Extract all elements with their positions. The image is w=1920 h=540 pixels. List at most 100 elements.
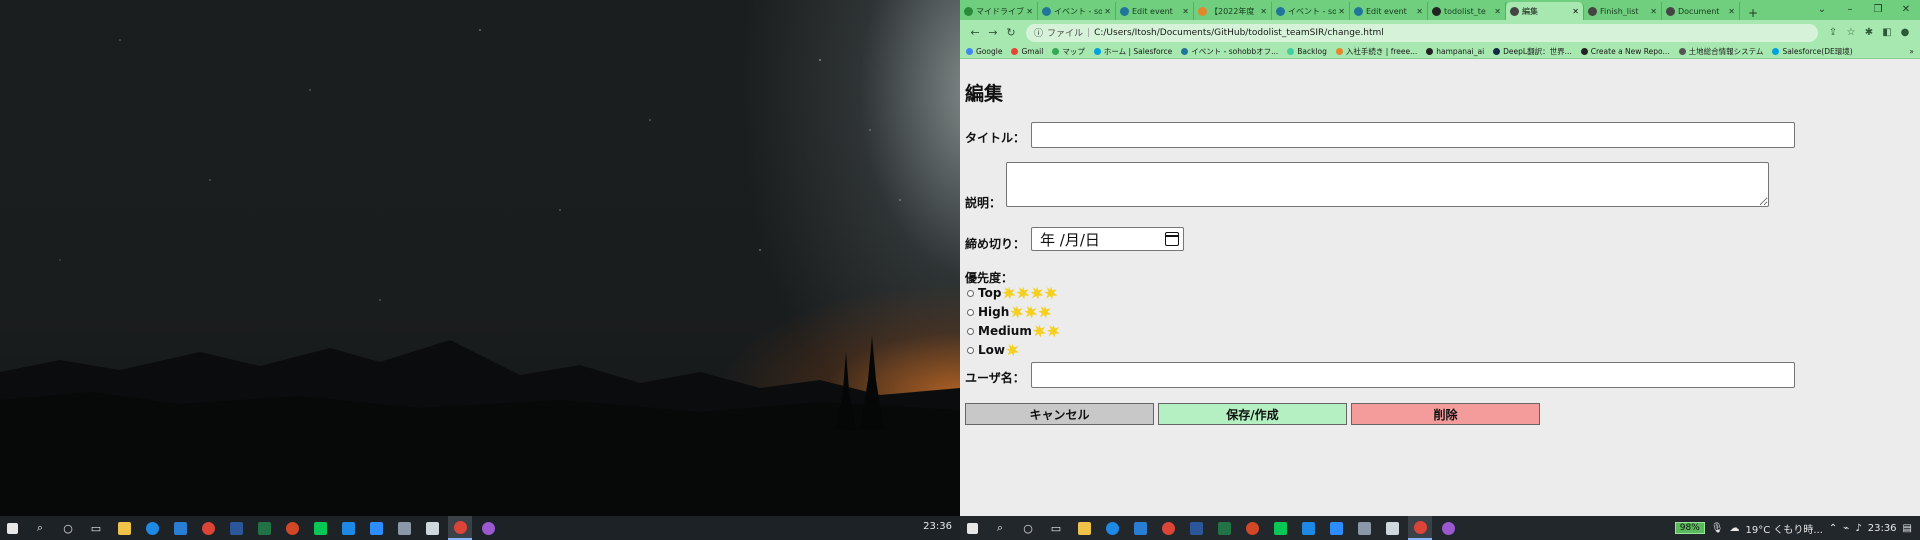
bookmark-item[interactable]: DeepL翻訳：世界... (1493, 46, 1572, 57)
taskbar-app[interactable] (196, 516, 220, 540)
close-icon[interactable]: ✕ (1104, 7, 1111, 16)
close-icon[interactable]: ✕ (1650, 7, 1657, 16)
weather-icon[interactable]: ☁ (1729, 523, 1739, 534)
taskbar-app[interactable] (1268, 516, 1292, 540)
tab-6[interactable]: todolist_te ✕ (1428, 2, 1506, 20)
cortana-button[interactable]: ○ (56, 516, 80, 540)
start-button[interactable] (0, 516, 24, 540)
taskbar-app[interactable] (1380, 516, 1404, 540)
maximize-icon[interactable]: ❐ (1864, 0, 1892, 20)
tab-4[interactable]: イベント - so ✕ (1272, 2, 1350, 20)
close-icon[interactable]: ✕ (1416, 7, 1423, 16)
taskbar-app[interactable] (1212, 516, 1236, 540)
save-button[interactable]: 保存/作成 (1158, 403, 1347, 425)
chevron-up-icon[interactable]: ⌃ (1829, 523, 1837, 534)
taskbar-app[interactable] (1100, 516, 1124, 540)
info-icon[interactable]: ⓘ (1034, 26, 1043, 39)
forward-icon[interactable]: → (984, 26, 1002, 39)
title-input[interactable] (1031, 122, 1795, 148)
priority-option-medium[interactable]: Medium (967, 324, 1060, 338)
clock[interactable]: 23:36 (1868, 523, 1897, 534)
taskbar-app[interactable] (252, 516, 276, 540)
taskbar-app[interactable] (1324, 516, 1348, 540)
taskbar-app[interactable] (308, 516, 332, 540)
priority-option-high[interactable]: High (967, 305, 1052, 319)
taskbar-app[interactable] (336, 516, 360, 540)
bookmark-item[interactable]: 土地総合情報システム (1678, 46, 1763, 57)
cancel-button[interactable]: キャンセル (965, 403, 1154, 425)
taskbar-app[interactable] (1436, 516, 1460, 540)
taskbar-app[interactable] (1072, 516, 1096, 540)
profile-icon[interactable]: ● (1896, 27, 1914, 38)
search-button[interactable]: ⌕ (988, 516, 1012, 540)
taskbar-app[interactable] (420, 516, 444, 540)
taskbar-app[interactable] (1128, 516, 1152, 540)
close-icon[interactable]: ✕ (1182, 7, 1189, 16)
tab-2[interactable]: Edit event ✕ (1116, 2, 1194, 20)
delete-button[interactable]: 削除 (1351, 403, 1540, 425)
taskbar-app[interactable] (1156, 516, 1180, 540)
minimize-icon[interactable]: – (1836, 0, 1864, 20)
taskbar-app-active[interactable] (448, 516, 472, 540)
taskbar-app[interactable] (112, 516, 136, 540)
clock[interactable]: 23:36 (923, 521, 952, 532)
tab-8[interactable]: Finish_list ✕ (1584, 2, 1662, 20)
taskbar-app-active[interactable] (1408, 516, 1432, 540)
taskbar-app[interactable] (476, 516, 500, 540)
taskbar-app[interactable] (1352, 516, 1376, 540)
tab-3[interactable]: 【2022年度 ✕ (1194, 2, 1272, 20)
taskbar-app[interactable] (1240, 516, 1264, 540)
radio-button[interactable] (967, 289, 974, 297)
bookmark-item[interactable]: マップ (1052, 46, 1085, 57)
task-view-button[interactable]: ▭ (84, 516, 108, 540)
taskbar-app[interactable] (1296, 516, 1320, 540)
url-field[interactable]: ⓘ ファイル | C:/Users/Itosh/Documents/GitHub… (1026, 23, 1818, 42)
radio-button[interactable] (967, 308, 974, 316)
task-view-button[interactable]: ▭ (1044, 516, 1068, 540)
taskbar-app[interactable] (364, 516, 388, 540)
radio-button[interactable] (967, 327, 974, 335)
description-textarea[interactable] (1006, 162, 1769, 207)
bookmark-item[interactable]: Google (966, 47, 1002, 56)
tab-7-active[interactable]: 編集 ✕ (1506, 2, 1584, 20)
star-icon[interactable]: ☆ (1842, 27, 1860, 38)
close-icon[interactable]: ✕ (1572, 7, 1579, 16)
bookmark-item[interactable]: Backlog (1287, 47, 1327, 56)
more-bookmarks-icon[interactable]: » (1909, 47, 1914, 56)
volume-icon[interactable]: ♪ (1855, 523, 1861, 534)
tab-5[interactable]: Edit event ✕ (1350, 2, 1428, 20)
deadline-date-input[interactable]: 年 /月/日 (1031, 227, 1184, 251)
tab-9[interactable]: Document ✕ (1662, 2, 1740, 20)
battery-indicator[interactable]: 98% (1674, 522, 1705, 534)
extensions-icon[interactable]: ✱ (1860, 27, 1878, 38)
close-icon[interactable]: ✕ (1260, 7, 1267, 16)
taskbar-app[interactable] (392, 516, 416, 540)
close-icon[interactable]: ✕ (1026, 7, 1033, 16)
bookmark-item[interactable]: 入社手続き | freee... (1335, 46, 1417, 57)
weather-text[interactable]: 19°C くもり時... (1745, 521, 1822, 536)
priority-option-top[interactable]: Top (967, 286, 1058, 300)
taskbar-app[interactable] (1184, 516, 1208, 540)
notification-icon[interactable]: ▤ (1903, 523, 1912, 534)
bookmark-item[interactable]: Salesforce(DE環境) (1772, 46, 1853, 57)
taskbar-app[interactable] (280, 516, 304, 540)
chevron-down-icon[interactable]: ⌄ (1808, 0, 1836, 20)
username-input[interactable] (1031, 362, 1795, 388)
close-icon[interactable]: ✕ (1338, 7, 1345, 16)
priority-option-low[interactable]: Low (967, 343, 1019, 357)
close-icon[interactable]: ✕ (1494, 7, 1501, 16)
new-tab-button[interactable]: + (1740, 6, 1766, 20)
start-button[interactable] (960, 516, 984, 540)
taskbar-app[interactable] (168, 516, 192, 540)
share-icon[interactable]: ⇪ (1824, 27, 1842, 38)
calendar-icon[interactable] (1165, 232, 1179, 246)
cortana-button[interactable]: ○ (1016, 516, 1040, 540)
radio-button[interactable] (967, 346, 974, 354)
bookmark-item[interactable]: Gmail (1011, 47, 1043, 56)
close-window-icon[interactable]: ✕ (1892, 0, 1920, 20)
tab-1[interactable]: イベント - so ✕ (1038, 2, 1116, 20)
bookmark-item[interactable]: イベント - sohobbオフ... (1181, 46, 1278, 57)
tab-0[interactable]: マイドライブ ✕ (960, 2, 1038, 20)
taskbar-app[interactable] (140, 516, 164, 540)
close-icon[interactable]: ✕ (1728, 7, 1735, 16)
